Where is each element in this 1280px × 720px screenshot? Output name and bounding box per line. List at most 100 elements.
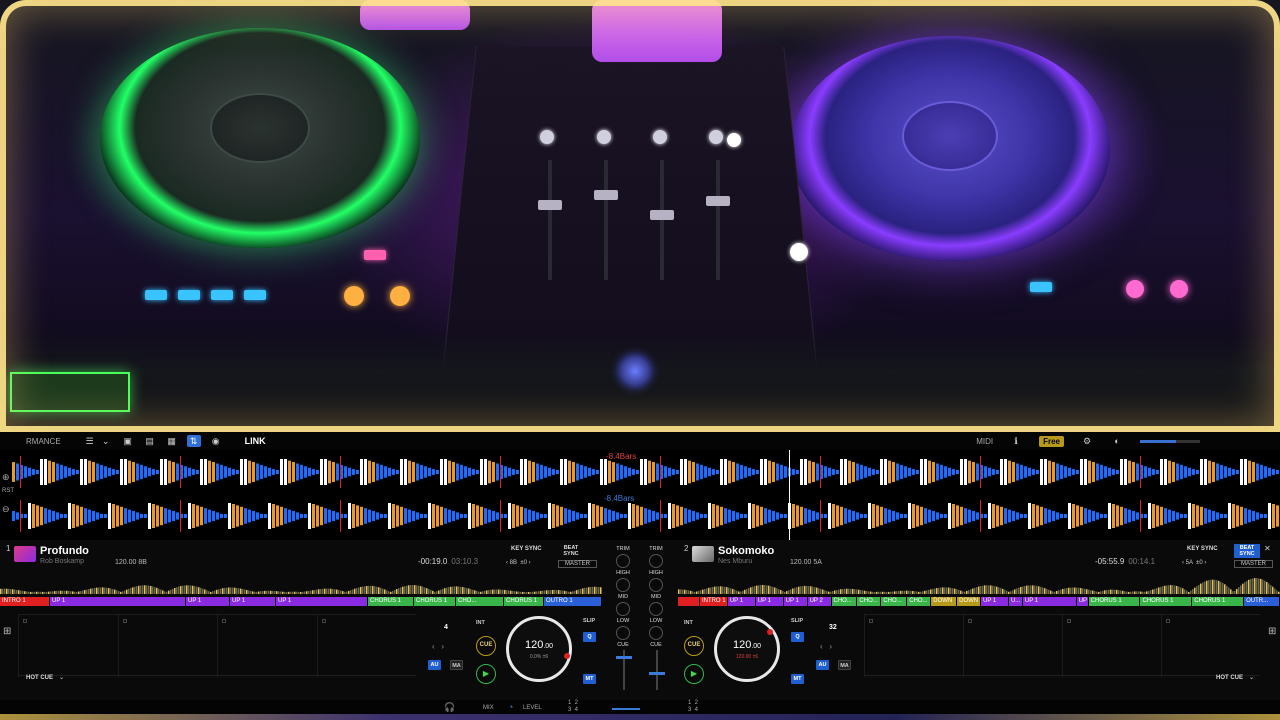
deck-b-virtual-platter[interactable]: 120.00 120.00 ±6: [714, 616, 780, 682]
crossfader[interactable]: [612, 708, 640, 710]
structure-segment[interactable]: OUTRO 1: [544, 597, 602, 606]
structure-segment[interactable]: INTRO 1: [699, 597, 728, 606]
structure-segment[interactable]: CHO...: [881, 597, 908, 606]
deck-b-channel-select[interactable]: 1 2 3 4: [688, 700, 698, 714]
structure-segment[interactable]: OUTR...: [1244, 597, 1280, 606]
structure-segment[interactable]: CHORUS 1: [1192, 597, 1245, 606]
structure-segment[interactable]: UP 1: [981, 597, 1009, 606]
deck-a-virtual-platter[interactable]: 120.00 0.0% ±6: [506, 616, 572, 682]
hot-cue-pad[interactable]: [117, 615, 218, 677]
headphone-icon[interactable]: 🎧: [444, 702, 455, 713]
master-volume-bar[interactable]: [1140, 439, 1200, 443]
auto-button[interactable]: AU: [816, 660, 829, 670]
key-sync-button[interactable]: KEY SYNC: [511, 546, 542, 552]
deck-b-overview-waveform[interactable]: [678, 570, 1280, 596]
beat-sync-button[interactable]: BEAT SYNC: [558, 544, 584, 558]
structure-segment[interactable]: CHORUS 1: [368, 597, 414, 606]
record-icon[interactable]: ◉: [209, 435, 223, 447]
quantize-mode[interactable]: INT: [476, 620, 485, 626]
performance-mode-label[interactable]: RMANCE: [26, 437, 61, 446]
link-button[interactable]: LINK: [245, 436, 266, 446]
chevron-down-icon[interactable]: ⌄: [99, 435, 113, 447]
structure-segment[interactable]: UP 1: [783, 597, 808, 606]
master-tempo-button[interactable]: MT: [583, 674, 596, 684]
structure-segment[interactable]: UP 1: [276, 597, 368, 606]
key-adjust[interactable]: ‹ 5A ±0 ›: [1182, 560, 1206, 566]
free-badge[interactable]: Free: [1039, 435, 1064, 447]
slip-button[interactable]: SLIP: [791, 618, 803, 624]
image-icon[interactable]: ▣: [121, 435, 135, 447]
quantize-button[interactable]: Q: [583, 632, 596, 642]
hot-cue-mode-selector[interactable]: HOT CUE ⌄: [1216, 674, 1254, 681]
structure-segment[interactable]: UP 1: [755, 597, 784, 606]
beat-jump-arrows[interactable]: ‹ ›: [820, 642, 832, 651]
level-knob-icon[interactable]: ◔: [508, 702, 513, 712]
channel-1-fader[interactable]: [616, 650, 632, 690]
structure-segment[interactable]: U...: [1008, 597, 1023, 606]
mid-knob[interactable]: [616, 602, 630, 616]
cue-button[interactable]: CUE: [476, 636, 496, 656]
trim-knob[interactable]: [649, 554, 663, 568]
reset-label[interactable]: RST: [2, 488, 14, 494]
structure-segment[interactable]: DOWN: [931, 597, 958, 606]
manual-button[interactable]: MA: [838, 660, 851, 670]
grid-icon[interactable]: ▦: [165, 435, 179, 447]
key-sync-button[interactable]: KEY SYNC: [1187, 546, 1218, 552]
hot-cue-pad[interactable]: [1161, 615, 1260, 677]
master-button[interactable]: MASTER: [558, 560, 598, 568]
key-adjust[interactable]: ‹ 8B ±0 ›: [506, 560, 531, 566]
structure-segment[interactable]: [678, 597, 700, 606]
structure-segment[interactable]: CHORUS 1: [1140, 597, 1193, 606]
high-knob[interactable]: [616, 578, 630, 592]
settings-icon[interactable]: ⚙: [1080, 435, 1094, 447]
play-button[interactable]: ▶: [476, 664, 496, 684]
deck-a-overview-waveform[interactable]: [0, 570, 602, 596]
pin-icon[interactable]: ▤: [143, 435, 157, 447]
beat-jump-count[interactable]: 32: [829, 624, 837, 631]
cue-label[interactable]: CUE: [645, 642, 667, 648]
hot-cue-pad[interactable]: [963, 615, 1062, 677]
deck-a-structure-bar[interactable]: INTRO 1 UP 1 UP 1 UP 1 UP 1 CHORUS 1 CHORUS 1C…: [0, 597, 602, 606]
slip-button[interactable]: SLIP: [583, 618, 595, 624]
beat-jump-count[interactable]: 4: [444, 624, 448, 631]
zoom-in-icon[interactable]: ⊕: [2, 472, 10, 483]
beat-sync-button[interactable]: BEAT SYNC: [1234, 544, 1260, 558]
mixer-icon[interactable]: ⇅: [186, 435, 201, 447]
cue-button[interactable]: CUE: [684, 636, 704, 656]
structure-segment[interactable]: CHO...: [456, 597, 504, 606]
structure-segment[interactable]: UP 1: [1076, 597, 1089, 606]
hot-cue-pad[interactable]: [1062, 615, 1161, 677]
grid-icon[interactable]: ⊞: [3, 626, 11, 637]
structure-segment[interactable]: CHORUS 1: [414, 597, 456, 606]
quantize-mode[interactable]: INT: [684, 620, 693, 626]
low-knob[interactable]: [649, 626, 663, 640]
master-tempo-button[interactable]: MT: [791, 674, 804, 684]
hot-cue-pad[interactable]: [18, 615, 118, 677]
trim-knob[interactable]: [616, 554, 630, 568]
channel-2-fader[interactable]: [649, 650, 665, 690]
structure-segment[interactable]: UP 1: [230, 597, 276, 606]
structure-segment[interactable]: UP 1: [1022, 597, 1077, 606]
hot-cue-pad[interactable]: [217, 615, 317, 677]
auto-button[interactable]: AU: [428, 660, 441, 670]
deck-a-hot-cue-pads[interactable]: [18, 614, 417, 677]
close-icon[interactable]: ✕: [1264, 544, 1271, 553]
hot-cue-mode-selector[interactable]: HOT CUE ⌄: [26, 674, 64, 681]
waveform-display[interactable]: ⊕ RST ⊖ -8.4Bars -8.4Bars: [0, 450, 1280, 540]
mid-knob[interactable]: [649, 602, 663, 616]
low-knob[interactable]: [616, 626, 630, 640]
structure-segment[interactable]: UP 1: [186, 597, 230, 606]
structure-segment[interactable]: CHORUS 1: [504, 597, 544, 606]
master-button[interactable]: MASTER: [1234, 560, 1274, 568]
hot-cue-pad[interactable]: [316, 615, 417, 677]
manual-button[interactable]: MA: [450, 660, 463, 670]
info-icon[interactable]: ℹ: [1009, 435, 1023, 447]
cue-label[interactable]: CUE: [612, 642, 634, 648]
hot-cue-pad[interactable]: [864, 615, 963, 677]
structure-segment[interactable]: UP 2: [807, 597, 832, 606]
zoom-out-icon[interactable]: ⊖: [2, 504, 10, 515]
structure-segment[interactable]: CHO...: [831, 597, 858, 606]
grid-icon[interactable]: ⊞: [1268, 626, 1276, 637]
structure-segment[interactable]: CHORUS 1: [1088, 597, 1141, 606]
deck-b-structure-bar[interactable]: INTRO 1 UP 1 UP 1 UP 1 UP 2 CHO... CHO... CHO..…: [678, 597, 1280, 606]
